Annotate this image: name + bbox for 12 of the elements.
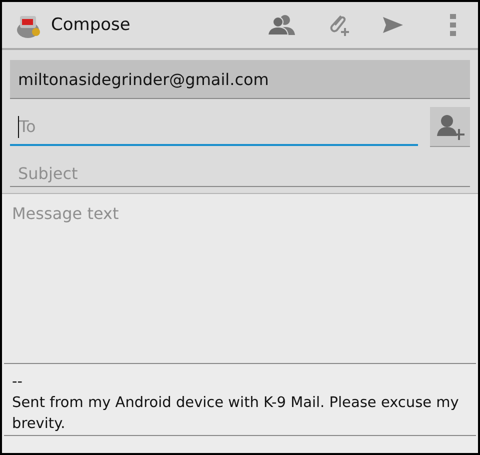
contacts-icon[interactable]	[268, 14, 296, 36]
text-cursor	[18, 116, 19, 138]
signature-text: Sent from my Android device with K-9 Mail. Please excuse my brevity.	[12, 394, 460, 434]
add-contact-button[interactable]	[430, 107, 470, 147]
screen-title: Compose	[51, 15, 130, 35]
from-account-selector[interactable]: miltonasidegrinder@gmail.com	[10, 60, 470, 99]
signature-field[interactable]: -- Sent from my Android device with K-9 Mail. Please excuse my brevity.	[4, 364, 476, 436]
overflow-menu-icon[interactable]	[450, 14, 456, 36]
subject-field[interactable]: Subject	[10, 153, 470, 187]
signature-separator: --	[12, 373, 24, 392]
to-field[interactable]: To	[10, 108, 418, 146]
send-icon[interactable]	[382, 16, 404, 34]
